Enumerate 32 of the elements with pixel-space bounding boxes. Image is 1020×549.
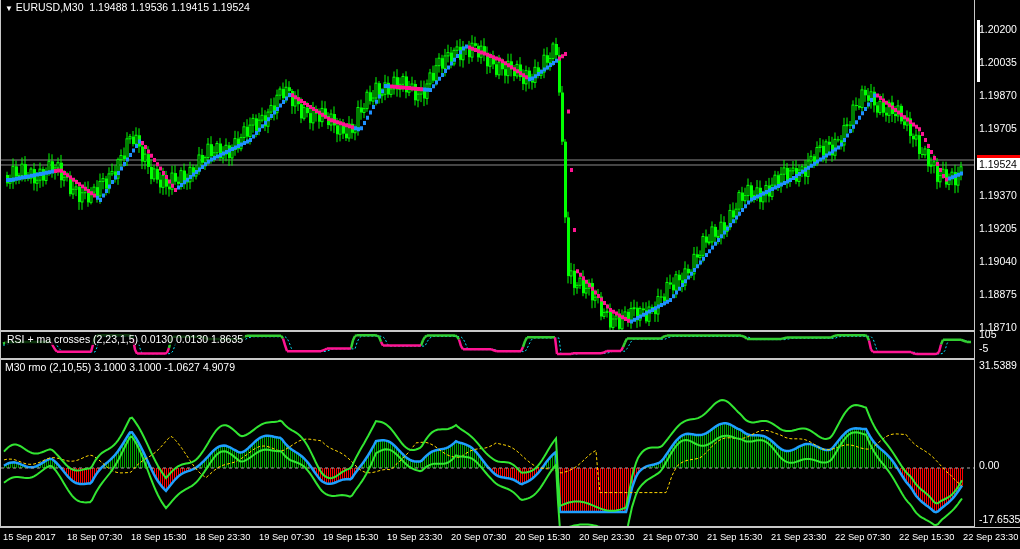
rmo-title: M30 rmo (2,10,55) 3.1000 3.1000 -1.0627 4.9079 xyxy=(5,361,235,373)
time-label: 21 Sep 15:30 xyxy=(707,532,763,542)
price-label: 1.19370 xyxy=(979,189,1017,201)
time-label: 20 Sep 23:30 xyxy=(579,532,635,542)
price-label: 1.19040 xyxy=(979,255,1017,267)
price-label: 1.20200 xyxy=(979,23,1017,35)
price-label: 1.19870 xyxy=(979,89,1017,101)
price-label: 1.20035 xyxy=(979,56,1017,68)
scale-label: -17.6535 xyxy=(979,513,1020,525)
time-label: 21 Sep 23:30 xyxy=(771,532,827,542)
time-label: 21 Sep 07:30 xyxy=(643,532,699,542)
time-label: 20 Sep 15:30 xyxy=(515,532,571,542)
time-label: 19 Sep 15:30 xyxy=(323,532,379,542)
time-label: 22 Sep 07:30 xyxy=(835,532,891,542)
scale-label: 31.5389 xyxy=(979,359,1017,371)
price-label: 1.19705 xyxy=(979,122,1017,134)
time-label: 22 Sep 23:30 xyxy=(963,532,1019,542)
rsi-title: RSI + ma crosses (2,23,1,5) 0.0130 0.0130 1.8635 xyxy=(5,333,246,345)
time-label: 18 Sep 23:30 xyxy=(195,532,251,542)
price-label: 1.18875 xyxy=(979,288,1017,300)
current-price-label: 1.19524 xyxy=(977,158,1020,171)
time-label: 19 Sep 07:30 xyxy=(259,532,315,542)
price-label: 1.19205 xyxy=(979,222,1017,234)
scale-label: 0.00 xyxy=(979,459,1000,471)
time-label: 20 Sep 07:30 xyxy=(451,532,507,542)
time-label: 15 Sep 2017 xyxy=(3,532,56,542)
time-label: 18 Sep 07:30 xyxy=(67,532,123,542)
time-label: 22 Sep 15:30 xyxy=(899,532,955,542)
scale-label: -5 xyxy=(979,342,989,354)
chart-header: ▼ EURUSD,M30 1.19488 1.19536 1.19415 1.19524 xyxy=(5,1,250,13)
time-label: 19 Sep 23:30 xyxy=(387,532,443,542)
time-label: 18 Sep 15:30 xyxy=(131,532,187,542)
